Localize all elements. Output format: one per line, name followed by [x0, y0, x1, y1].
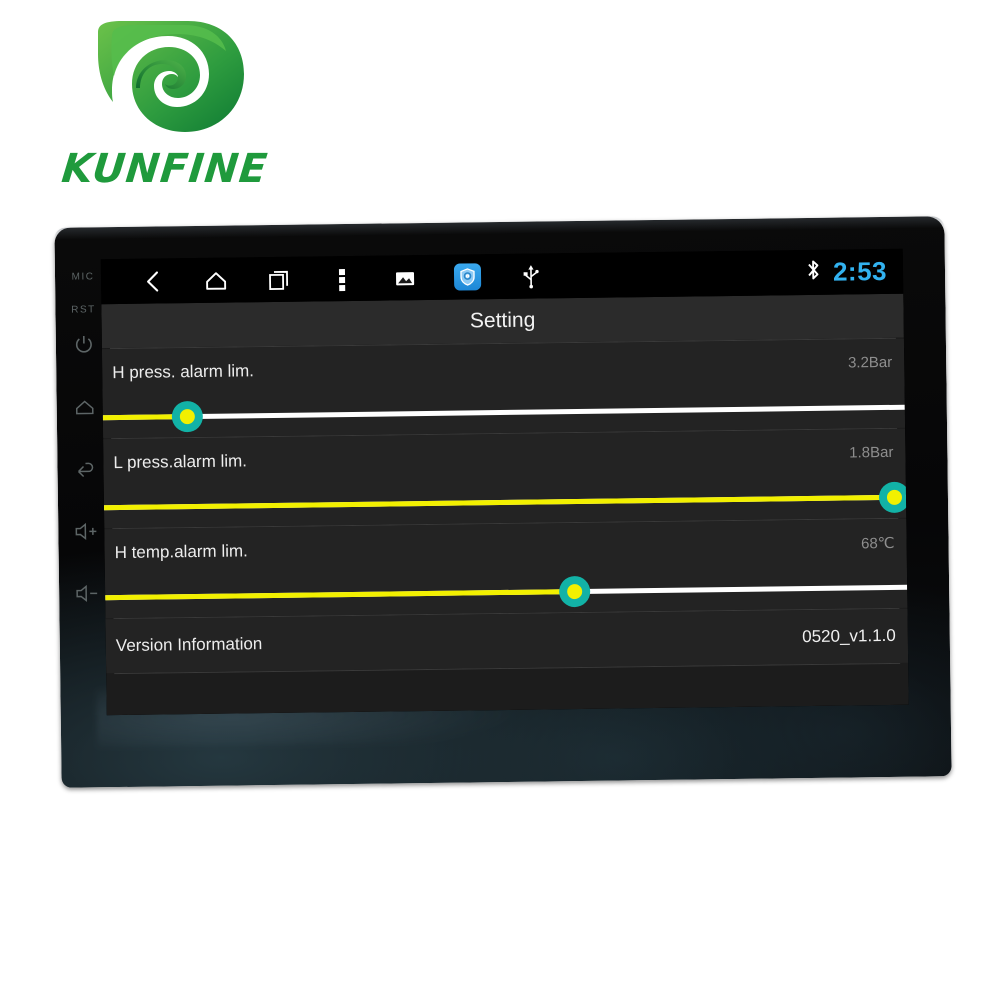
car-head-unit-device: MIC RST 2:53 Setting H press. alarm lim.… [54, 216, 952, 788]
setting-label: H press. alarm lim. [112, 360, 255, 382]
setting-value: 3.2Bar [847, 353, 893, 372]
home-icon[interactable] [184, 257, 248, 303]
page-title: Setting [469, 308, 536, 333]
brand-logo: KUNFINE [60, 18, 332, 192]
recent-apps-icon[interactable] [247, 257, 311, 303]
slider-thumb[interactable] [878, 481, 909, 514]
volume-up-icon[interactable] [64, 521, 108, 542]
setting-value: 1.8Bar [849, 443, 894, 462]
bezel-key-mic: MIC [71, 271, 95, 283]
volume-down-icon[interactable] [65, 583, 109, 604]
image-icon[interactable] [373, 255, 437, 301]
slider-fill [105, 589, 575, 601]
touchscreen[interactable]: 2:53 Setting H press. alarm lim. 3.2Bar [100, 248, 909, 716]
version-label: Version Information [115, 634, 263, 656]
swirl-leaf-logo-icon [92, 18, 252, 136]
bezel-key-rst[interactable]: RST [61, 304, 105, 316]
setting-row-version-information[interactable]: Version Information 0520_v1.1.0 [105, 608, 909, 674]
setting-label: H temp.alarm lim. [114, 540, 248, 562]
power-icon[interactable] [62, 333, 106, 356]
bezel-home-icon[interactable] [63, 397, 107, 418]
back-chevron-icon[interactable] [121, 258, 185, 304]
setting-value: 68℃ [860, 534, 895, 552]
bluetooth-icon [806, 258, 821, 287]
brand-name: KUNFINE [59, 146, 270, 192]
setting-row-h-temp-alarm-lim[interactable]: H temp.alarm lim. 68℃ [104, 518, 908, 619]
status-clock: 2:53 [832, 255, 888, 287]
shield-app-icon[interactable] [436, 254, 500, 300]
setting-row-h-press-alarm-lim[interactable]: H press. alarm lim. 3.2Bar [101, 338, 906, 439]
overflow-menu-icon[interactable] [310, 256, 374, 302]
slider-thumb[interactable] [559, 575, 591, 608]
version-value: 0520_v1.1.0 [802, 625, 896, 647]
settings-list: H press. alarm lim. 3.2Bar L press.alarm… [101, 337, 909, 716]
bezel-back-icon[interactable] [63, 459, 107, 480]
setting-label: L press.alarm lim. [113, 450, 248, 472]
usb-icon[interactable] [499, 253, 563, 299]
slider-thumb[interactable] [171, 400, 204, 433]
slider-track [102, 404, 905, 421]
status-bar-right: 2:53 [806, 249, 888, 295]
setting-row-l-press-alarm-lim[interactable]: L press.alarm lim. 1.8Bar [103, 428, 909, 529]
slider-fill [104, 494, 894, 511]
navigation-bar [101, 253, 563, 304]
